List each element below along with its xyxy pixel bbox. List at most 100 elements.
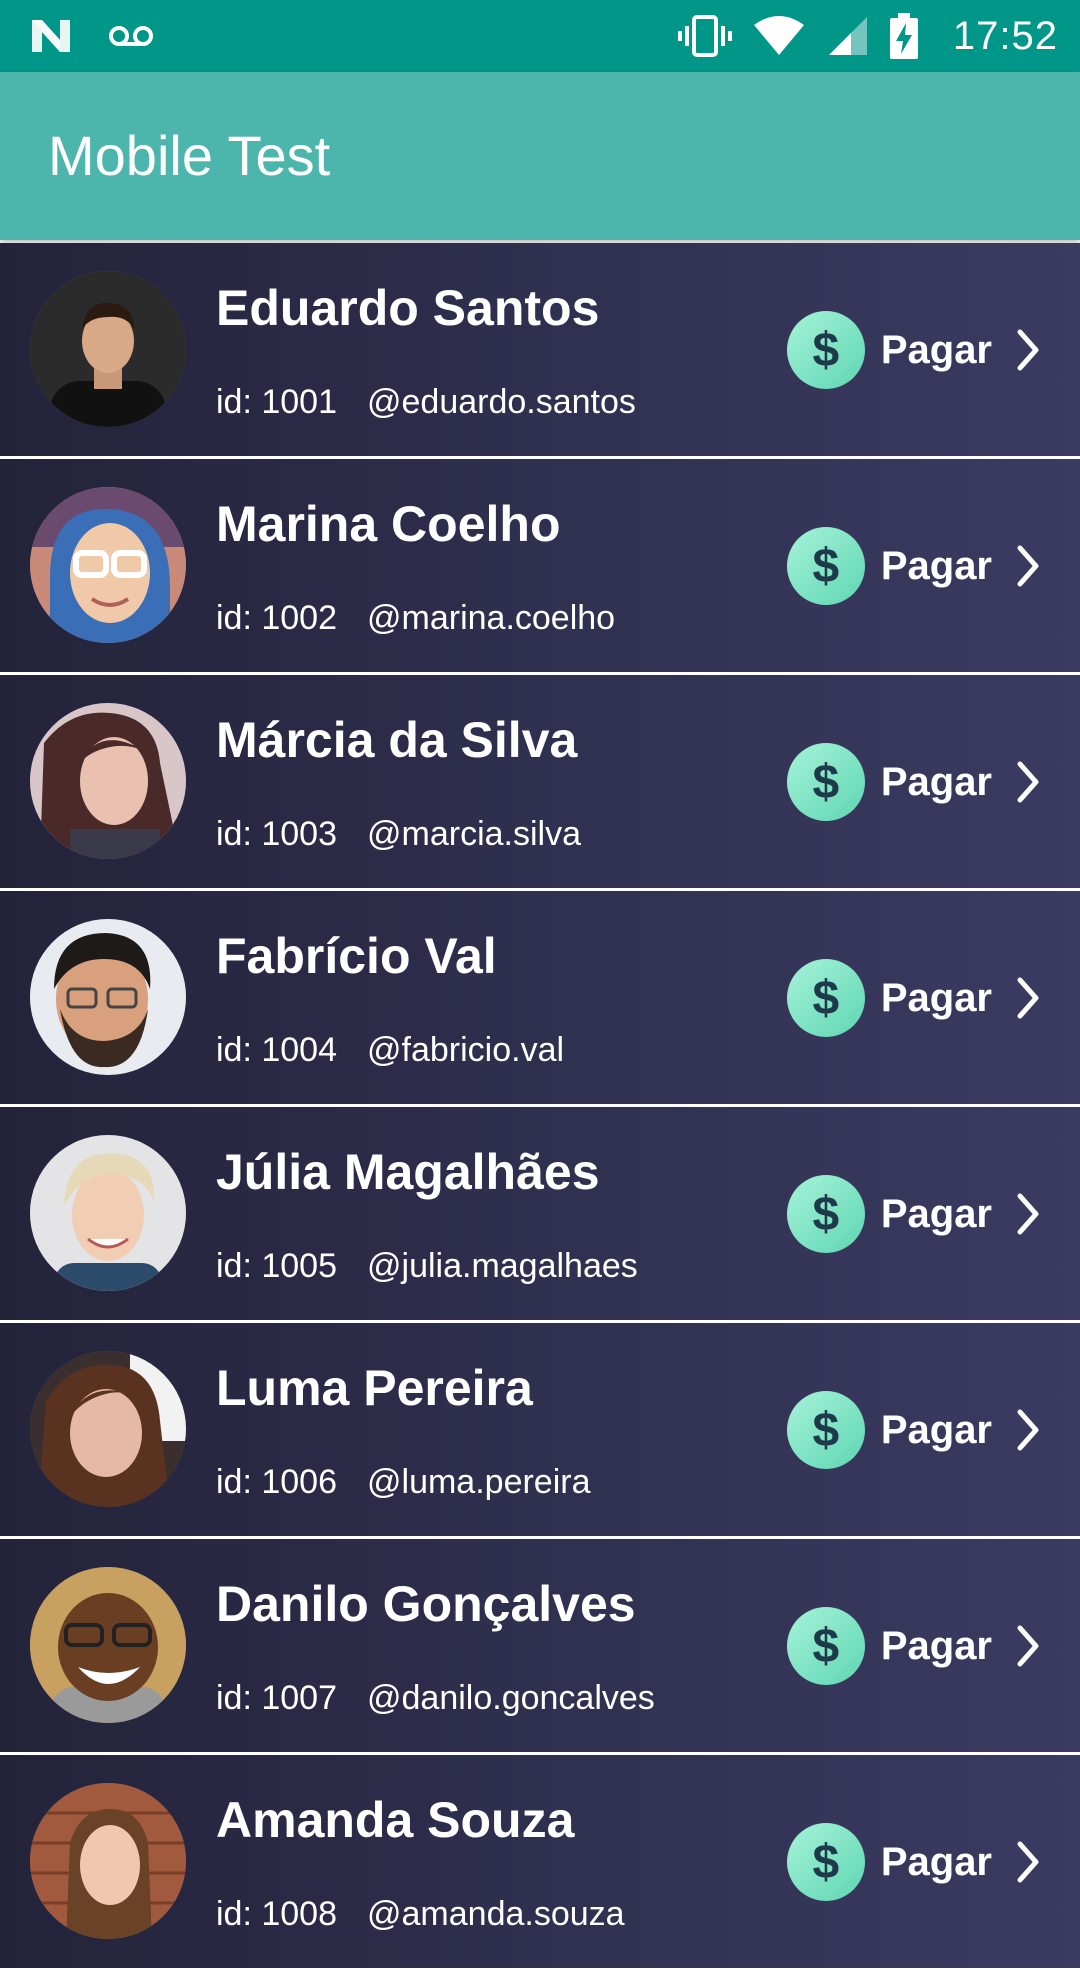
- pay-button[interactable]: $ Pagar: [786, 958, 1042, 1038]
- contact-row[interactable]: Marina Coelho id: 1002 @marina.coelho $ …: [0, 459, 1080, 672]
- status-bar: 17:52: [0, 0, 1080, 72]
- contact-row[interactable]: Fabrício Val id: 1004 @fabricio.val $ Pa…: [0, 891, 1080, 1104]
- contact-name: Luma Pereira: [216, 1360, 533, 1416]
- contact-username: @fabricio.val: [367, 1031, 565, 1069]
- pay-button[interactable]: $ Pagar: [786, 1390, 1042, 1470]
- dollar-icon: $: [786, 959, 865, 1037]
- contact-name: Marina Coelho: [216, 496, 561, 552]
- signal-icon: [828, 17, 867, 55]
- contact-row[interactable]: Luma Pereira id: 1006 @luma.pereira $ Pa…: [0, 1323, 1080, 1536]
- contact-name: Danilo Gonçalves: [216, 1576, 636, 1632]
- contact-meta: id: 1004 @fabricio.val: [216, 1031, 564, 1070]
- contact-meta: id: 1006 @luma.pereira: [216, 1463, 591, 1502]
- contact-name: Fabrício Val: [216, 928, 497, 984]
- avatar-image: [30, 271, 186, 427]
- dollar-icon: $: [786, 1391, 865, 1469]
- dollar-icon: $: [786, 527, 865, 605]
- pay-button[interactable]: $ Pagar: [786, 742, 1042, 822]
- avatar: [30, 1135, 186, 1291]
- avatar: [30, 487, 186, 643]
- contact-meta: id: 1007 @danilo.goncalves: [216, 1679, 655, 1718]
- avatar-image: [30, 1783, 186, 1939]
- dollar-icon: $: [786, 1607, 865, 1685]
- contact-id: id: 1006: [216, 1463, 337, 1501]
- contact-id: id: 1002: [216, 599, 337, 637]
- avatar-image: [30, 1567, 186, 1723]
- dollar-icon: $: [786, 1175, 865, 1253]
- contact-id: id: 1001: [216, 383, 337, 421]
- pay-label: Pagar: [880, 543, 992, 588]
- avatar: [30, 1567, 186, 1723]
- status-bar-left: [30, 0, 154, 72]
- avatar-image: [30, 1135, 186, 1291]
- contact-meta: id: 1005 @julia.magalhaes: [216, 1247, 638, 1286]
- avatar-image: [30, 703, 186, 859]
- avatar: [30, 271, 186, 427]
- contact-username: @julia.magalhaes: [367, 1247, 638, 1285]
- contact-username: @luma.pereira: [367, 1463, 591, 1501]
- contact-name: Júlia Magalhães: [216, 1144, 600, 1200]
- pay-label: Pagar: [880, 975, 992, 1020]
- contact-id: id: 1004: [216, 1031, 337, 1069]
- pay-label: Pagar: [880, 1407, 992, 1452]
- pay-label: Pagar: [880, 1839, 992, 1884]
- pay-label: Pagar: [880, 327, 992, 372]
- avatar-image: [30, 1351, 186, 1507]
- dollar-icon: $: [786, 743, 865, 821]
- contact-name: Eduardo Santos: [216, 280, 600, 336]
- chevron-right-icon: [1017, 977, 1039, 1019]
- contact-id: id: 1008: [216, 1895, 337, 1933]
- avatar: [30, 1351, 186, 1507]
- contact-meta: id: 1008 @amanda.souza: [216, 1895, 625, 1934]
- pay-label: Pagar: [880, 1191, 992, 1236]
- contact-name: Amanda Souza: [216, 1792, 575, 1848]
- contact-id: id: 1003: [216, 815, 337, 853]
- contact-row[interactable]: Danilo Gonçalves id: 1007 @danilo.goncal…: [0, 1539, 1080, 1752]
- contact-list: Eduardo Santos id: 1001 @eduardo.santos …: [0, 243, 1080, 1971]
- contact-row[interactable]: Márcia da Silva id: 1003 @marcia.silva $…: [0, 675, 1080, 888]
- n-logo-icon: [32, 20, 70, 52]
- contact-meta: id: 1002 @marina.coelho: [216, 599, 615, 638]
- pay-button[interactable]: $ Pagar: [786, 1606, 1042, 1686]
- avatar-image: [30, 487, 186, 643]
- chevron-right-icon: [1017, 1625, 1039, 1667]
- voicemail-icon: [109, 26, 153, 46]
- contact-row[interactable]: Eduardo Santos id: 1001 @eduardo.santos …: [0, 243, 1080, 456]
- contact-name: Márcia da Silva: [216, 712, 578, 768]
- contact-username: @marcia.silva: [367, 815, 581, 853]
- pay-button[interactable]: $ Pagar: [786, 1174, 1042, 1254]
- pay-button[interactable]: $ Pagar: [786, 526, 1042, 606]
- avatar: [30, 1783, 186, 1939]
- contact-username: @eduardo.santos: [367, 383, 636, 421]
- chevron-right-icon: [1017, 1841, 1039, 1883]
- chevron-right-icon: [1017, 761, 1039, 803]
- vibrate-icon: [677, 15, 732, 57]
- contact-username: @marina.coelho: [367, 599, 616, 637]
- wifi-icon: [753, 16, 804, 55]
- contact-row[interactable]: Júlia Magalhães id: 1005 @julia.magalhae…: [0, 1107, 1080, 1320]
- contact-meta: id: 1003 @marcia.silva: [216, 815, 581, 854]
- avatar: [30, 919, 186, 1075]
- chevron-right-icon: [1017, 1193, 1039, 1235]
- app-title: Mobile Test: [48, 124, 331, 187]
- chevron-right-icon: [1017, 545, 1039, 587]
- avatar-image: [30, 919, 186, 1075]
- pay-button[interactable]: $ Pagar: [786, 310, 1042, 390]
- pay-label: Pagar: [880, 1623, 992, 1668]
- dollar-icon: $: [786, 1823, 865, 1901]
- contact-meta: id: 1001 @eduardo.santos: [216, 383, 636, 422]
- contact-id: id: 1007: [216, 1679, 337, 1717]
- contact-username: @amanda.souza: [367, 1895, 625, 1933]
- chevron-right-icon: [1017, 329, 1039, 371]
- chevron-right-icon: [1017, 1409, 1039, 1451]
- status-bar-right: 17:52: [677, 0, 1058, 72]
- pay-button[interactable]: $ Pagar: [786, 1822, 1042, 1902]
- battery-charging-icon: [889, 13, 918, 59]
- avatar: [30, 703, 186, 859]
- dollar-icon: $: [786, 311, 865, 389]
- clock: 17:52: [952, 13, 1058, 58]
- contact-row[interactable]: Amanda Souza id: 1008 @amanda.souza $ Pa…: [0, 1755, 1080, 1968]
- contact-id: id: 1005: [216, 1247, 337, 1285]
- contact-username: @danilo.goncalves: [367, 1679, 655, 1717]
- pay-label: Pagar: [880, 759, 992, 804]
